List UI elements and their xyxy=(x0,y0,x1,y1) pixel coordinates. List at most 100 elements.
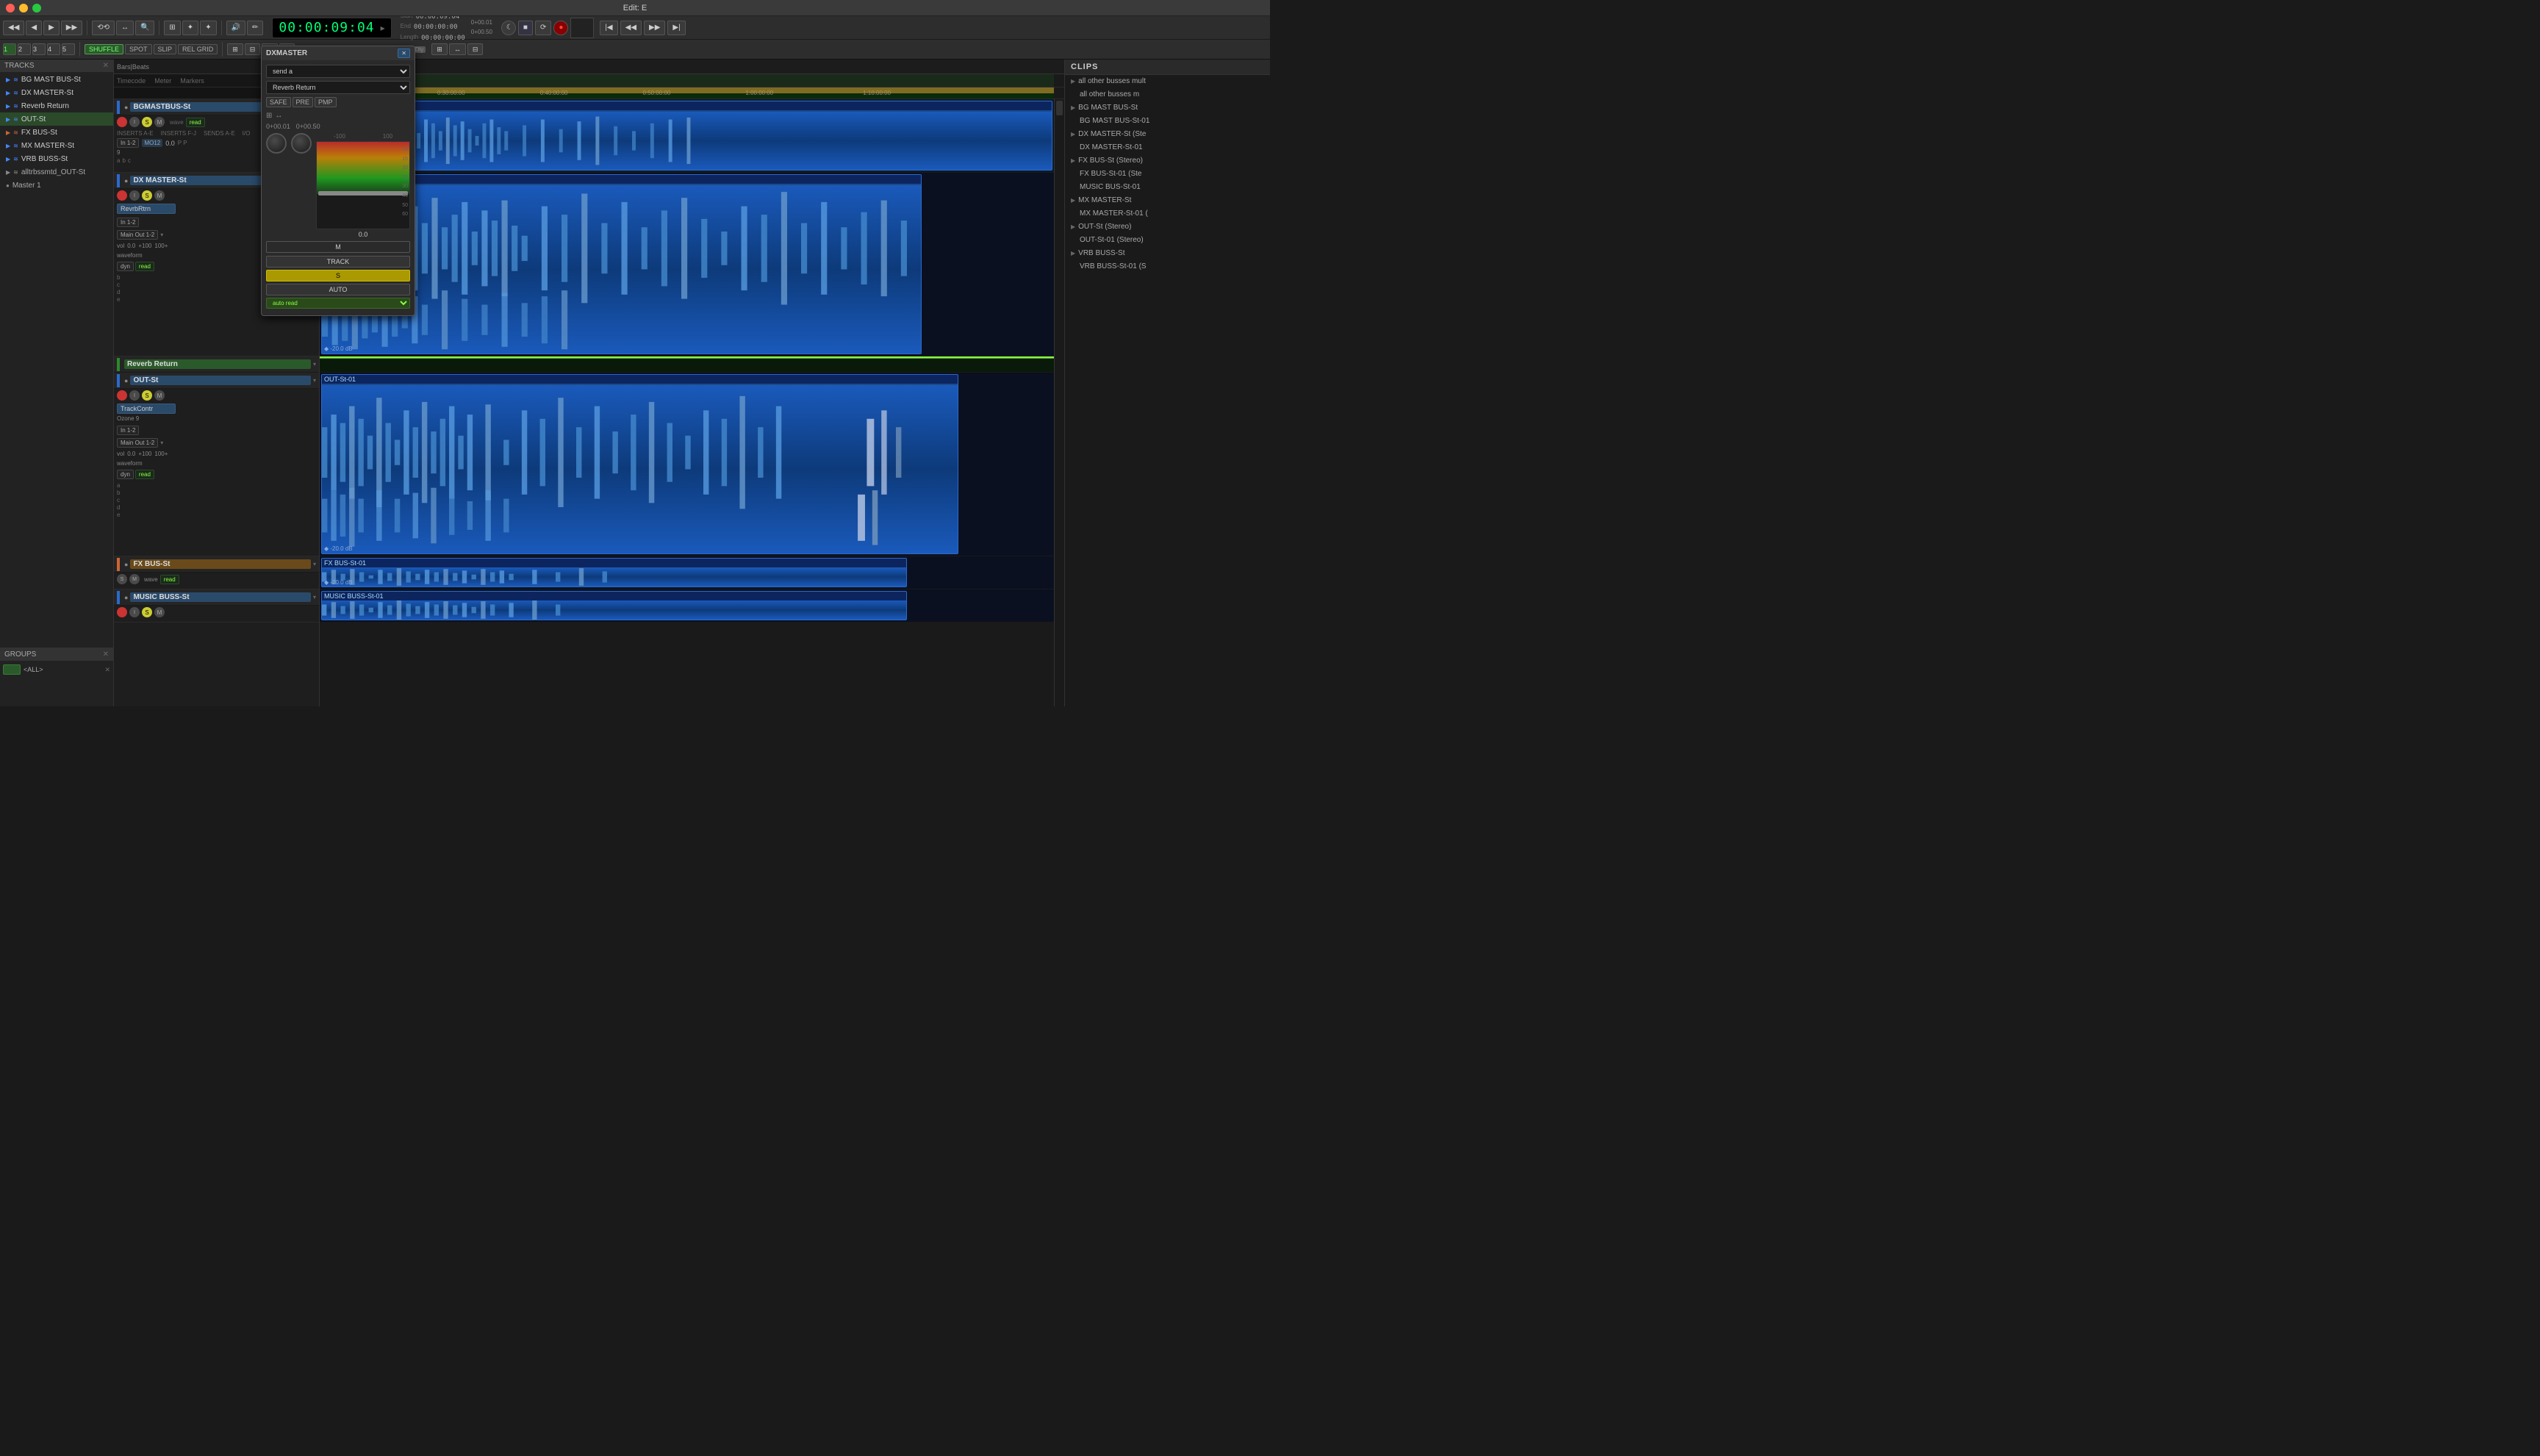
clip-item-mxmaster[interactable]: ▶ MX MASTER-St xyxy=(1065,194,1270,207)
maximize-button[interactable] xyxy=(32,4,41,12)
reverb-name[interactable]: Reverb Return xyxy=(124,359,311,369)
dxmaster-dyn-btn[interactable]: dyn xyxy=(117,262,134,271)
dxmaster-in-btn[interactable]: In 1-2 xyxy=(117,218,139,227)
loop-mode-btn[interactable]: ⟳ xyxy=(535,21,551,35)
send-select[interactable]: send a xyxy=(266,65,410,78)
outst-name[interactable]: OUT-St xyxy=(130,376,311,385)
auto-read-select[interactable]: auto read xyxy=(266,298,410,309)
pencil2-btn[interactable]: ✏ xyxy=(247,21,263,35)
trim-btn[interactable]: ↔ xyxy=(116,21,134,35)
clip-item-outst-01[interactable]: OUT-St-01 (Stereo) xyxy=(1065,234,1270,247)
pmp-btn[interactable]: PMP xyxy=(315,97,337,107)
grid-btn[interactable]: ⊞ xyxy=(227,43,243,55)
clip-item-vrbbuss[interactable]: ▶ VRB BUSS-St xyxy=(1065,247,1270,260)
fast-forward-btn[interactable]: ▶▶ xyxy=(644,21,665,35)
bgmast-mute-btn[interactable]: M xyxy=(154,117,165,127)
bgmast-record-btn[interactable] xyxy=(117,117,127,127)
clip-item-music-bus[interactable]: MUSIC BUS-St-01 xyxy=(1065,181,1270,194)
reverb-expand[interactable]: ▾ xyxy=(313,361,316,367)
clip-item-bgmast[interactable]: ▶ BG MAST BUS-St xyxy=(1065,101,1270,115)
track-item-master1[interactable]: ● Master 1 xyxy=(0,179,113,192)
outst-dyn-btn[interactable]: dyn xyxy=(117,470,134,479)
nav-right-small[interactable]: ▶ xyxy=(43,21,60,35)
outst-input-btn[interactable]: I xyxy=(129,390,140,401)
zoom2-btn[interactable]: ⊞ xyxy=(431,43,448,55)
scrollbar-thumb[interactable] xyxy=(1056,101,1063,115)
shuffle-btn[interactable]: SHUFFLE xyxy=(85,44,123,54)
safe-btn[interactable]: SAFE xyxy=(266,97,291,107)
knob1[interactable] xyxy=(266,133,287,154)
track-item-reverb[interactable]: ▶ ≋ Reverb Return xyxy=(0,99,113,112)
nav-right-btn[interactable]: ▶▶ xyxy=(61,21,82,35)
bgmast-input-btn[interactable]: I xyxy=(129,117,140,127)
pencil-btn[interactable]: ✦ xyxy=(182,21,198,35)
moon-btn[interactable]: ☾ xyxy=(501,21,516,35)
bgmast-in-btn[interactable]: In 1-2 xyxy=(117,138,139,148)
bgmast-clip[interactable]: BG MAST BUS-St-01 xyxy=(321,101,1052,171)
slip-btn[interactable]: SLIP xyxy=(154,44,177,54)
track-item-mxmaster[interactable]: ▶ ≋ MX MASTER-St xyxy=(0,139,113,152)
goto-end-btn[interactable]: ▶| xyxy=(667,21,685,35)
track-item-vrbbuss[interactable]: ▶ ≋ VRB BUSS-St xyxy=(0,152,113,165)
dxmaster-reverb-insert[interactable]: RevrbRtrn xyxy=(117,204,176,214)
outst-out-btn[interactable]: Main Out 1-2 xyxy=(117,438,158,448)
record-btn[interactable]: ● xyxy=(553,21,568,35)
fxbus-expand[interactable]: ▾ xyxy=(313,561,316,567)
outst-read-btn[interactable]: read xyxy=(135,470,154,479)
close-button[interactable] xyxy=(6,4,15,12)
clip-item-dxmaster[interactable]: ▶ DX MASTER-St (Ste xyxy=(1065,128,1270,141)
reverb-select[interactable]: Reverb Return xyxy=(266,81,410,94)
musicbuss-expand[interactable]: ▾ xyxy=(313,594,316,600)
groups-close[interactable]: ✕ xyxy=(103,650,109,659)
outst-clip[interactable]: OUT-St-01 xyxy=(321,374,958,554)
trim2-btn[interactable]: ↔ xyxy=(449,43,466,55)
auto-button[interactable]: AUTO xyxy=(266,284,410,295)
clip-item-bgmast-01[interactable]: BG MAST BUS-St-01 xyxy=(1065,115,1270,128)
outst-expand[interactable]: ▾ xyxy=(313,377,316,384)
spot-btn[interactable]: SPOT xyxy=(125,44,152,54)
tracks-close[interactable]: ✕ xyxy=(103,62,109,70)
musicbuss-input-btn[interactable]: I xyxy=(129,607,140,617)
fxbus-clip[interactable]: FX BUS-St-01 xyxy=(321,558,907,587)
outst-record-btn[interactable] xyxy=(117,390,127,401)
dxmaster-read-btn[interactable]: read xyxy=(135,262,154,271)
clip-item-vrbbuss-01[interactable]: VRB BUSS-St-01 (S xyxy=(1065,260,1270,273)
num-2[interactable]: 2 xyxy=(18,43,31,55)
clip-item-all-other-2[interactable]: all other busses m xyxy=(1065,88,1270,101)
bgmast-read-btn[interactable]: read xyxy=(186,118,205,127)
outst-expand2[interactable]: ▾ xyxy=(160,440,163,446)
bgmast-solo-btn[interactable]: S xyxy=(142,117,152,127)
musicbuss-record-btn[interactable] xyxy=(117,607,127,617)
track-item-bgmast[interactable]: ▶ ≋ BG MAST BUS-St xyxy=(0,73,113,86)
track-item-dxmaster[interactable]: ▶ ≋ DX MASTER-St xyxy=(0,86,113,99)
dxmaster-solo-btn[interactable]: S xyxy=(142,190,152,201)
fxbus-m-btn[interactable]: M xyxy=(129,574,140,584)
snap-btn[interactable]: ⊟ xyxy=(245,43,261,55)
pre-btn[interactable]: PRE xyxy=(293,97,314,107)
fader-handle[interactable] xyxy=(318,191,408,196)
dxmaster-expand2[interactable]: ▾ xyxy=(160,232,163,238)
track-button[interactable]: TRACK xyxy=(266,256,410,268)
track-item-outst[interactable]: ▶ ≋ OUT-St xyxy=(0,112,113,126)
knob2[interactable] xyxy=(291,133,312,154)
loop-btn[interactable]: ⟲⟲ xyxy=(92,21,115,35)
zoom-btn[interactable]: 🔍 xyxy=(135,21,154,35)
fxbus-read-btn[interactable]: read xyxy=(160,575,179,584)
minimize-button[interactable] xyxy=(19,4,28,12)
musicbuss-mute-btn[interactable]: M xyxy=(154,607,165,617)
fxbus-name[interactable]: FX BUS-St xyxy=(130,559,311,569)
m-button[interactable]: M xyxy=(266,241,410,253)
nav-left-small[interactable]: ◀ xyxy=(26,21,42,35)
track-item-fxbus[interactable]: ▶ ≋ FX BUS-St xyxy=(0,126,113,139)
clip-item-dxmaster-01[interactable]: DX MASTER-St-01 xyxy=(1065,141,1270,154)
hand-btn[interactable]: ✦ xyxy=(200,21,216,35)
musicbuss-clip[interactable]: MUSIC BUSS-St-01 xyxy=(321,591,907,620)
clip-item-all-other[interactable]: ▶ all other busses mult xyxy=(1065,75,1270,88)
popup-close-x[interactable]: ✕ xyxy=(398,49,410,58)
rewind-btn[interactable]: ◀◀ xyxy=(620,21,642,35)
outst-track-ctrl-insert[interactable]: TrackContr xyxy=(117,404,176,414)
num-3[interactable]: 3 xyxy=(32,43,46,55)
clip-item-mxmaster-01[interactable]: MX MASTER-St-01 ( xyxy=(1065,207,1270,220)
dxmaster-mute-btn[interactable]: M xyxy=(154,190,165,201)
num-5[interactable]: 5 xyxy=(62,43,75,55)
